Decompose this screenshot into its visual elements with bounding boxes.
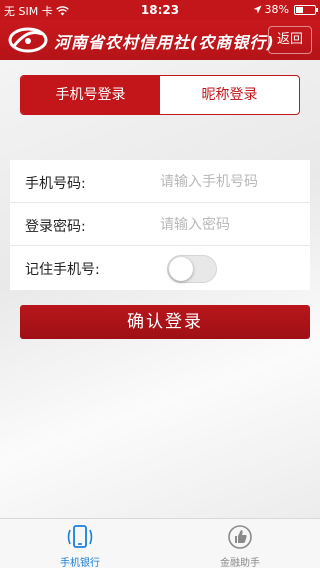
confirm-login-button[interactable]: 确认登录 (20, 305, 310, 339)
bottom-tab-bar: 手机银行 金融助手 (0, 518, 320, 568)
remember-label: 记住手机号: (25, 262, 100, 278)
bank-logo-icon (8, 27, 48, 53)
tab-nickname-login[interactable]: 昵称登录 (160, 76, 299, 114)
tabbar-label-finance-assistant: 金融助手 (220, 558, 260, 568)
tabbar-label-mobile-banking: 手机银行 (60, 558, 100, 568)
app-header: 河南省农村信用社(农商银行) 返回 (0, 20, 320, 60)
header-title: 河南省农村信用社(农商银行) (54, 33, 275, 52)
login-tabs: 手机号登录 昵称登录 (20, 75, 300, 115)
back-button[interactable]: 返回 (268, 26, 312, 54)
phone-input[interactable] (160, 171, 300, 193)
status-bar: 无 SIM 卡 18:23 38% (0, 0, 320, 20)
battery-percent: 38% (264, 3, 289, 16)
password-input[interactable] (160, 214, 300, 236)
toggle-knob (169, 257, 193, 281)
remember-row: 记住手机号: (10, 246, 310, 289)
login-form: 手机号码: 登录密码: 记住手机号: (10, 160, 310, 290)
thumbs-up-icon (228, 525, 252, 549)
location-icon (253, 5, 262, 14)
remember-phone-toggle[interactable] (167, 255, 217, 283)
battery-icon (294, 4, 318, 15)
password-row: 登录密码: (10, 203, 310, 246)
tabbar-item-mobile-banking[interactable]: 手机银行 (0, 519, 160, 568)
battery-fill (296, 6, 303, 13)
tabbar-item-finance-assistant[interactable]: 金融助手 (160, 519, 320, 568)
phone-icon (67, 525, 93, 548)
phone-label: 手机号码: (25, 176, 86, 192)
tab-phone-login[interactable]: 手机号登录 (21, 76, 160, 114)
status-right: 38% (253, 3, 318, 16)
password-label: 登录密码: (25, 219, 86, 235)
phone-row: 手机号码: (10, 160, 310, 203)
